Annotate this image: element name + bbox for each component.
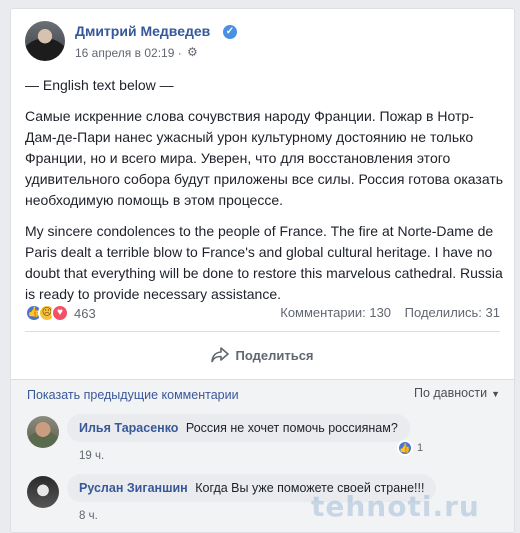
post-date[interactable]: 16 апреля в 02:19 · <box>75 46 182 60</box>
post-body: — English text below — Самые искренние с… <box>25 75 505 315</box>
sort-label: По давности <box>413 386 488 400</box>
share-arrow-icon <box>211 347 230 363</box>
reaction-count[interactable]: 463 <box>74 306 96 321</box>
commenter-name[interactable]: Руслан Зиганшин <box>79 481 188 495</box>
author-name[interactable]: Дмитрий Медведев <box>75 23 210 39</box>
post-paragraph: My sincere condolences to the people of … <box>25 223 503 302</box>
comment-sort-dropdown[interactable]: По давности ▼ <box>414 386 500 400</box>
like-reaction-icon: 👍 <box>397 440 413 456</box>
caret-down-icon: ▼ <box>491 389 500 399</box>
commenter-avatar[interactable] <box>27 416 59 448</box>
divider <box>25 331 500 332</box>
comment-like-count: 1 <box>417 442 424 454</box>
author-avatar[interactable] <box>25 21 65 61</box>
show-previous-comments-link[interactable]: Показать предыдущие комментарии <box>27 388 239 402</box>
comment-reactions[interactable]: 👍 1 <box>397 440 423 456</box>
share-button[interactable]: Поделиться <box>11 339 514 371</box>
reactions-summary[interactable]: 👍 ☹ ♥ 463 <box>25 303 96 323</box>
commenter-name[interactable]: Илья Тарасенко <box>79 421 178 435</box>
commenter-avatar[interactable] <box>27 476 59 508</box>
watermark: tehnoti.ru <box>311 490 480 523</box>
comments-count-link[interactable]: Комментарии: 130 <box>280 305 391 320</box>
post-stats: Комментарии: 130 Поделились: 31 <box>270 305 500 320</box>
gear-icon[interactable]: ⚙ <box>187 45 198 59</box>
share-label: Поделиться <box>235 347 314 363</box>
comment-text: Россия не хочет помочь россиянам? <box>185 421 398 435</box>
comments-section: Показать предыдущие комментарии По давно… <box>11 379 514 532</box>
love-reaction-icon: ♥ <box>51 304 69 322</box>
comment-bubble: Илья Тарасенко Россия не хочет помочь ро… <box>67 414 410 442</box>
post-paragraph: Самые искренние слова сочувствия народу … <box>25 108 504 208</box>
comment-time[interactable]: 19 ч. <box>79 450 104 462</box>
comment-time[interactable]: 8 ч. <box>79 510 98 522</box>
post-card: Дмитрий Медведев ✓ 16 апреля в 02:19 · ⚙… <box>10 8 515 533</box>
verified-badge-icon: ✓ <box>223 25 237 39</box>
shares-count-link[interactable]: Поделились: 31 <box>405 305 500 320</box>
post-paragraph: — English text below — <box>25 77 174 93</box>
